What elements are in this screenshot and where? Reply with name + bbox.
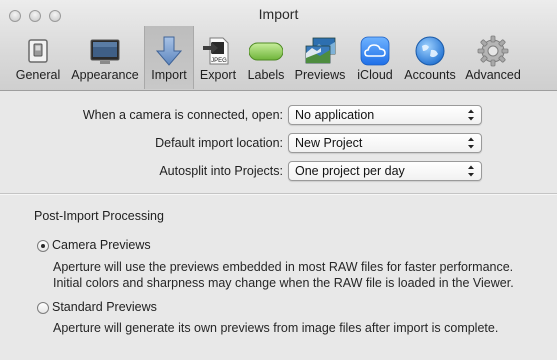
tab-advanced[interactable]: Advanced xyxy=(462,26,524,89)
tab-label: Appearance xyxy=(71,68,139,82)
autosplit-value: One project per day xyxy=(295,164,405,178)
standard-previews-label[interactable]: Standard Previews xyxy=(52,300,157,314)
preferences-window: Import General Appearance Import JPEG Ex… xyxy=(0,0,557,360)
camera-previews-description-1: Aperture will use the previews embedded … xyxy=(53,260,514,274)
import-location-value: New Project xyxy=(295,136,363,150)
popup-arrows-icon xyxy=(468,165,474,177)
tab-icloud[interactable]: iCloud xyxy=(352,26,398,89)
toolbar: Import General Appearance Import JPEG Ex… xyxy=(0,0,557,91)
tab-export[interactable]: JPEG Export xyxy=(196,26,240,89)
camera-previews-label[interactable]: Camera Previews xyxy=(52,238,151,252)
tab-appearance[interactable]: Appearance xyxy=(67,26,143,89)
tab-label: Import xyxy=(151,68,187,82)
tab-label: iCloud xyxy=(357,68,393,82)
tab-import[interactable]: Import xyxy=(144,26,194,89)
import-arrow-icon xyxy=(155,36,183,66)
tab-labels[interactable]: Labels xyxy=(243,26,289,89)
gear-icon xyxy=(477,35,509,67)
section-divider xyxy=(0,193,557,195)
camera-previews-radio[interactable] xyxy=(37,240,49,252)
tab-label: Accounts xyxy=(404,68,456,82)
tab-label: Previews xyxy=(294,68,346,82)
autosplit-label: Autosplit into Projects: xyxy=(159,164,283,178)
icloud-icon xyxy=(360,36,390,66)
camera-previews-description-2: Initial colors and sharpness may change … xyxy=(53,276,514,290)
tab-accounts[interactable]: Accounts xyxy=(400,26,460,89)
camera-connected-label: When a camera is connected, open: xyxy=(82,108,283,122)
post-import-title: Post-Import Processing xyxy=(34,209,164,223)
popup-arrows-icon xyxy=(468,137,474,149)
popup-arrows-icon xyxy=(468,109,474,121)
import-location-popup[interactable]: New Project xyxy=(288,133,482,153)
camera-connected-popup[interactable]: No application xyxy=(288,105,482,125)
tab-previews[interactable]: Previews xyxy=(292,26,348,89)
jpeg-export-icon: JPEG xyxy=(203,37,229,65)
radio-selected-dot xyxy=(41,244,45,248)
import-location-label: Default import location: xyxy=(155,136,283,150)
camera-connected-value: No application xyxy=(295,108,375,122)
tab-general[interactable]: General xyxy=(12,26,64,89)
autosplit-popup[interactable]: One project per day xyxy=(288,161,482,181)
svg-text:JPEG: JPEG xyxy=(211,58,227,64)
label-icon xyxy=(249,42,283,61)
tab-label: Labels xyxy=(247,68,285,82)
previews-icon xyxy=(305,37,336,64)
window-title: Import xyxy=(258,6,299,22)
globe-icon xyxy=(415,36,445,66)
tab-label: General xyxy=(15,68,61,82)
tab-label: Export xyxy=(199,68,237,82)
switch-icon xyxy=(28,39,48,63)
standard-previews-description: Aperture will generate its own previews … xyxy=(53,321,499,335)
standard-previews-radio[interactable] xyxy=(37,302,49,314)
display-icon xyxy=(90,39,120,64)
tab-label: Advanced xyxy=(465,68,521,82)
